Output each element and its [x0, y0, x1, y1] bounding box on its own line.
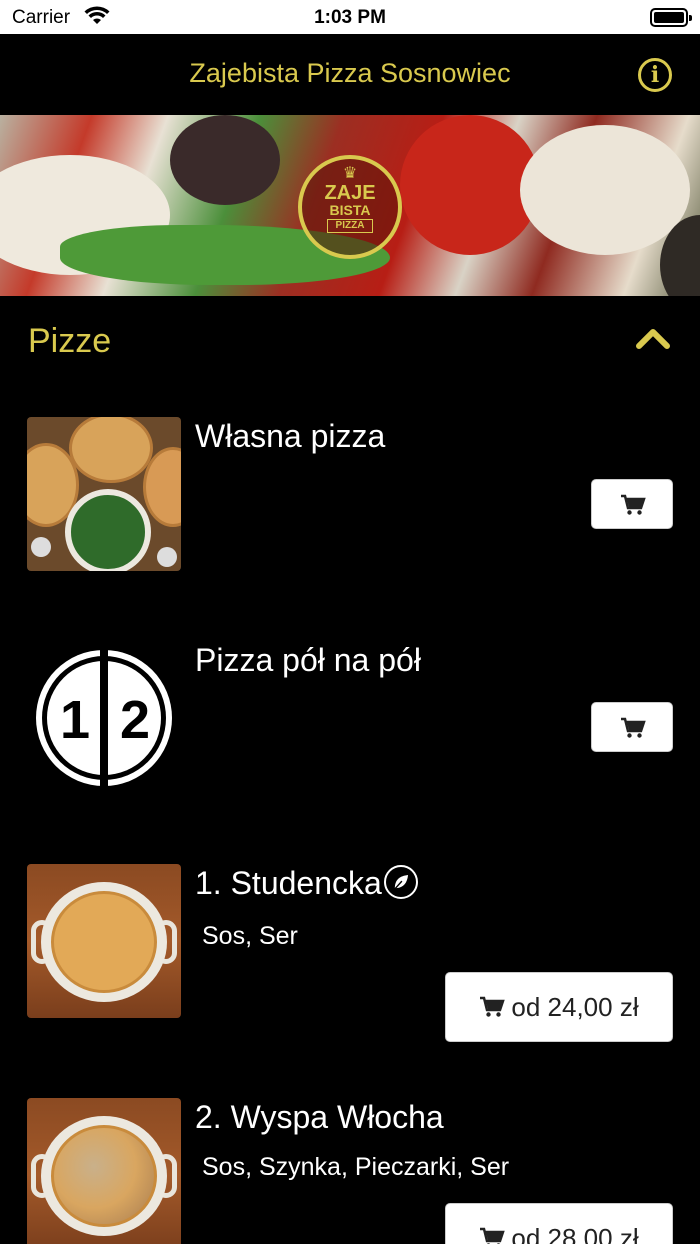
item-name: 2. Wyspa Włocha [195, 1099, 444, 1135]
nav-bar: Zajebista Pizza Sosnowiec i [0, 34, 700, 115]
list-item[interactable]: Własna pizza [0, 388, 700, 603]
svg-text:1: 1 [60, 690, 90, 750]
add-to-cart-button[interactable]: od 24,00 zł [445, 972, 673, 1042]
section-title: Pizze [28, 322, 112, 360]
add-to-cart-button[interactable] [591, 702, 673, 752]
item-description: Sos, Szynka, Pieczarki, Ser [202, 1153, 510, 1181]
price-label: od 24,00 zł [511, 991, 639, 1022]
item-image [27, 1098, 181, 1244]
cart-icon [480, 996, 506, 1017]
item-image [27, 417, 181, 571]
item-image [27, 864, 181, 1018]
brand-logo: ♛ ZAJE BISTA PIZZA [298, 155, 402, 259]
nav-title: Zajebista Pizza Sosnowiec [189, 58, 511, 88]
list-item[interactable]: 2. Wyspa Włocha Sos, Szynka, Pieczarki, … [0, 1069, 700, 1244]
item-description: Sos, Ser [202, 922, 298, 950]
add-to-cart-button[interactable] [591, 479, 673, 529]
item-image-half-half: 1 2 [27, 641, 181, 795]
item-name: Własna pizza [195, 418, 386, 454]
item-name: 1. Studencka [195, 864, 418, 903]
cart-icon [621, 717, 646, 738]
section-header-pizze[interactable]: Pizze [0, 296, 700, 388]
chevron-up-icon[interactable] [636, 326, 670, 350]
status-bar: Carrier 1:03 PM [0, 0, 700, 34]
battery-icon [650, 8, 692, 27]
item-name: Pizza pół na pół [195, 642, 421, 678]
hero-banner: ♛ ZAJE BISTA PIZZA [0, 115, 700, 296]
cart-icon [480, 1227, 506, 1244]
leaf-icon [383, 864, 418, 899]
cart-icon [621, 494, 646, 515]
price-label: od 28,00 zł [511, 1222, 639, 1244]
info-icon[interactable]: i [638, 58, 672, 92]
status-time: 1:03 PM [314, 7, 386, 28]
list-item[interactable]: 1. Studencka Sos, Ser od 24,00 zł [0, 835, 700, 1075]
add-to-cart-button[interactable]: od 28,00 zł [445, 1203, 673, 1244]
list-item[interactable]: 1 2 Pizza pół na pół [0, 612, 700, 832]
svg-text:2: 2 [120, 690, 150, 750]
